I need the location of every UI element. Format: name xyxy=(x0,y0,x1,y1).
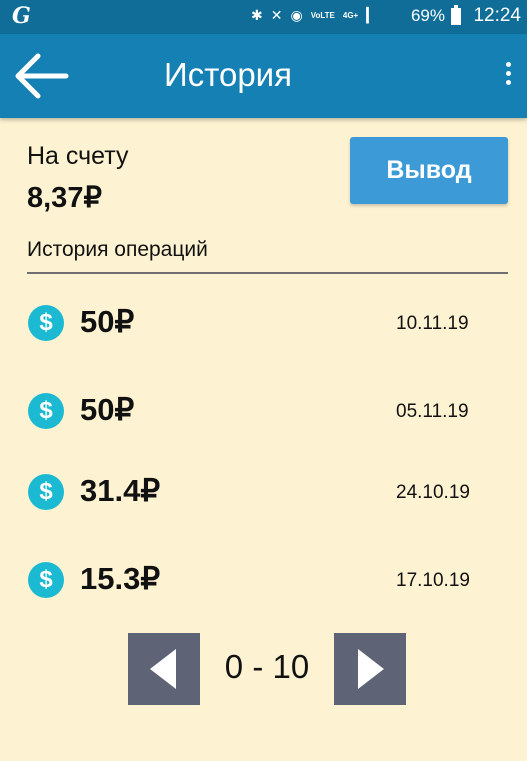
operation-date: 17.10.19 xyxy=(396,570,470,591)
withdraw-button[interactable]: Вывод xyxy=(350,137,508,204)
balance-value: 8,37₽ xyxy=(27,182,102,214)
app-bar: История xyxy=(0,34,527,118)
mute-icon: ✕ xyxy=(270,7,283,23)
operation-amount: 50₽ xyxy=(80,304,135,339)
signal-icon: ▎ xyxy=(366,7,377,23)
operation-date: 05.11.19 xyxy=(396,401,469,422)
volte-label: VoLTE xyxy=(310,10,335,20)
divider xyxy=(27,272,508,274)
operation-amount: 15.3₽ xyxy=(80,561,161,596)
alarm-icon: ◉ xyxy=(290,7,303,23)
previous-page-button[interactable] xyxy=(128,633,200,705)
page-title: История xyxy=(164,56,292,93)
carrier-logo: G xyxy=(12,3,31,29)
more-vertical-icon[interactable] xyxy=(503,62,513,92)
page-range: 0 - 10 xyxy=(224,648,310,685)
triangle-right-icon xyxy=(358,649,384,689)
dollar-coin-icon: $ xyxy=(28,393,64,429)
next-page-button[interactable] xyxy=(334,633,406,705)
status-icons: ✱ ✕ ◉ VoLTE 4G+ ▎ xyxy=(251,7,377,24)
status-bar: G ✱ ✕ ◉ VoLTE 4G+ ▎ 69% 12:24 xyxy=(0,0,527,34)
list-item: $ 15.3₽ 17.10.19 xyxy=(0,555,527,615)
network-label: 4G+ xyxy=(342,10,359,20)
dollar-coin-icon: $ xyxy=(28,562,64,598)
list-item: $ 50₽ 05.11.19 xyxy=(0,386,527,446)
battery-icon xyxy=(451,5,461,25)
dollar-coin-icon: $ xyxy=(28,305,64,341)
triangle-left-icon xyxy=(150,649,176,689)
operation-date: 10.11.19 xyxy=(396,313,469,334)
operation-amount: 31.4₽ xyxy=(80,473,161,508)
clock: 12:24 xyxy=(473,5,521,26)
dollar-coin-icon: $ xyxy=(28,474,64,510)
operation-amount: 50₽ xyxy=(80,392,135,427)
list-item: $ 50₽ 10.11.19 xyxy=(0,298,527,358)
history-title: История операций xyxy=(27,238,208,261)
list-item: $ 31.4₽ 24.10.19 xyxy=(0,467,527,527)
bluetooth-icon: ✱ xyxy=(251,7,263,23)
battery-percent: 69% xyxy=(410,6,445,25)
balance-label: На счету xyxy=(27,142,129,170)
arrow-left-icon[interactable] xyxy=(14,52,70,100)
operation-date: 24.10.19 xyxy=(396,482,470,503)
